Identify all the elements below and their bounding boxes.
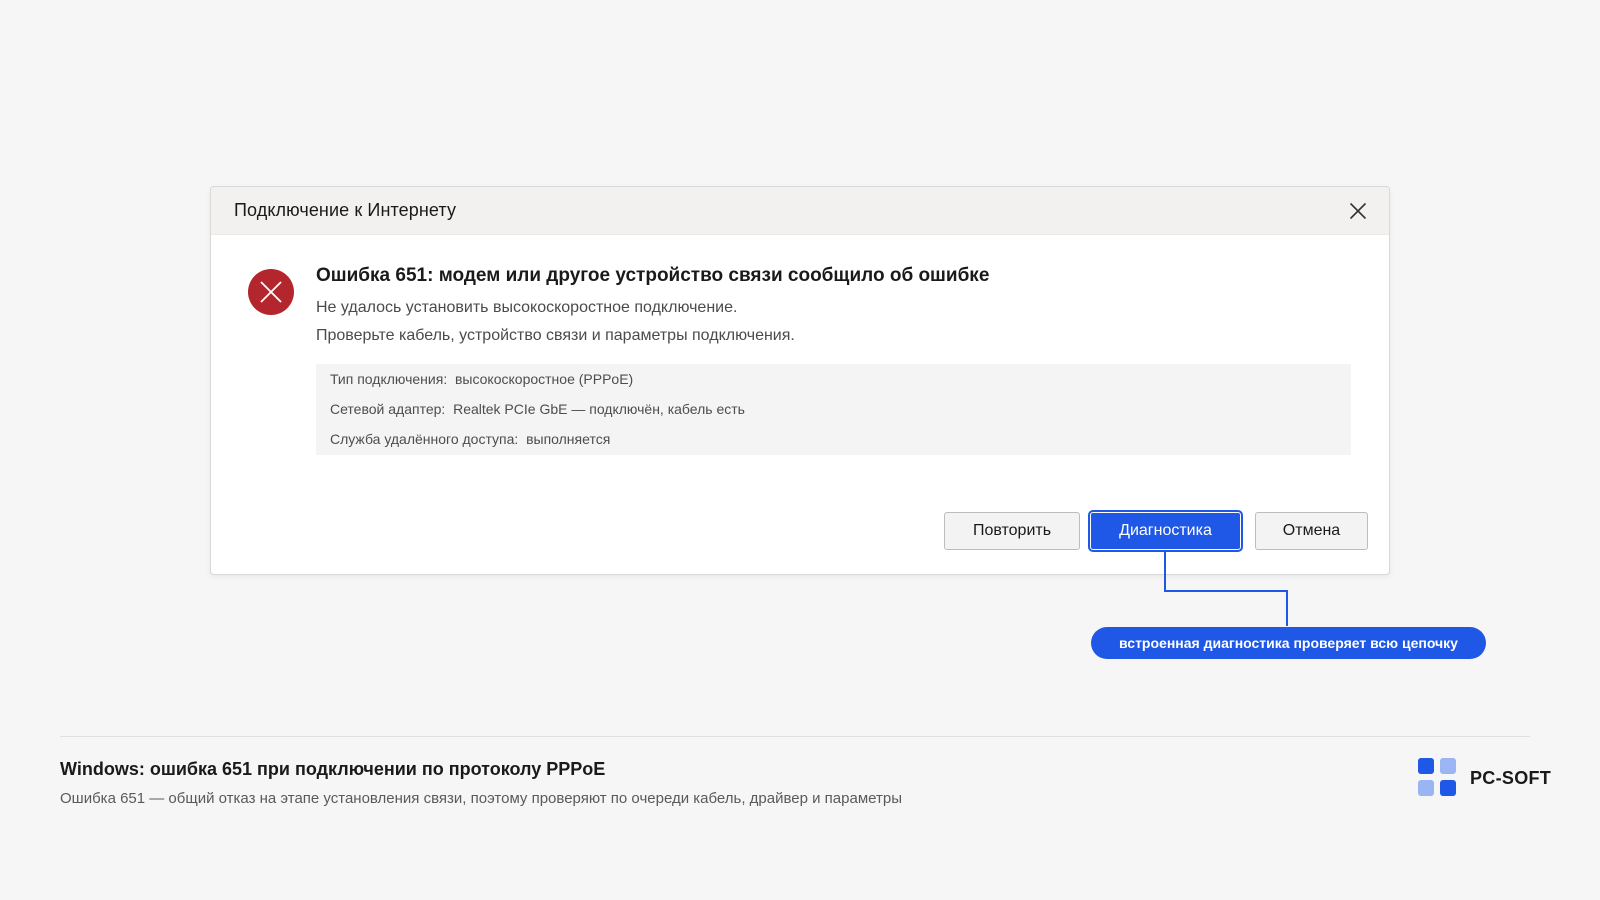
- detail-label: Тип подключения:: [330, 371, 448, 387]
- detail-value: высокоскоростное (PPPoE): [454, 371, 634, 387]
- error-message-line-2: Проверьте кабель, устройство связи и пар…: [316, 327, 795, 344]
- callout-connector: [1164, 552, 1288, 626]
- dialog-titlebar: Подключение к Интернету: [211, 187, 1389, 235]
- diagnostics-callout: встроенная диагностика проверяет всю цеп…: [1091, 627, 1486, 659]
- detail-row-network-adapter: Сетевой адаптер: Realtek PCIe GbE — подк…: [330, 401, 745, 417]
- detail-value: Realtek PCIe GbE — подключён, кабель ест…: [453, 401, 745, 417]
- close-button[interactable]: [1343, 196, 1373, 226]
- detail-value: выполняется: [526, 431, 611, 447]
- logo-grid-icon: [1418, 758, 1459, 798]
- error-icon: [248, 269, 294, 315]
- detail-row-connection-type: Тип подключения: высокоскоростное (PPPoE…: [330, 371, 633, 387]
- connection-error-dialog: Подключение к Интернету Ошибка 651: моде…: [210, 186, 1390, 575]
- cancel-button[interactable]: Отмена: [1255, 512, 1368, 550]
- detail-label: Служба удалённого доступа:: [330, 431, 519, 447]
- logo-text: PC-SOFT: [1470, 767, 1552, 788]
- error-message-line-1: Не удалось установить высокоскоростное п…: [316, 299, 738, 316]
- brand-logo: PC-SOFT: [1418, 758, 1551, 798]
- detail-row-remote-access-service: Служба удалённого доступа: выполняется: [330, 431, 610, 447]
- retry-button[interactable]: Повторить: [944, 512, 1080, 550]
- details-panel: Тип подключения: высокоскоростное (PPPoE…: [316, 364, 1351, 455]
- error-heading: Ошибка 651: модем или другое устройство …: [316, 265, 990, 286]
- close-icon: [1349, 202, 1367, 220]
- footer-title: Windows: ошибка 651 при подключении по п…: [60, 759, 606, 779]
- dialog-title: Подключение к Интернету: [234, 200, 457, 220]
- footer-divider: [60, 736, 1530, 737]
- diagnostics-button[interactable]: Диагностика: [1090, 512, 1241, 550]
- detail-label: Сетевой адаптер:: [330, 401, 446, 417]
- footer-subtitle: Ошибка 651 — общий отказ на этапе устано…: [60, 790, 902, 807]
